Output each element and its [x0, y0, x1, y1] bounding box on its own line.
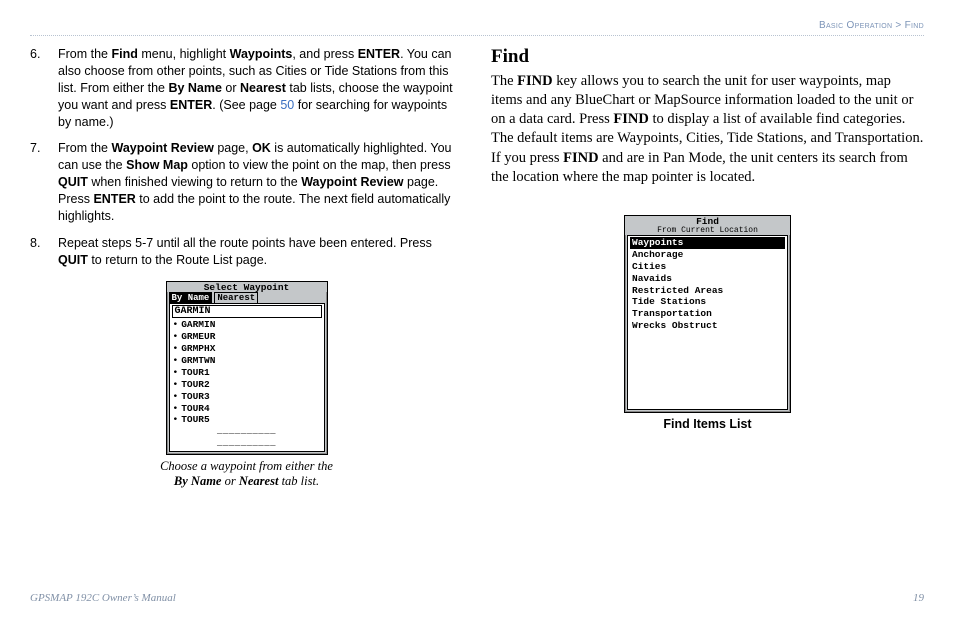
- bullet-icon: [173, 367, 179, 379]
- select-waypoint-screenshot: Select Waypoint By Name Nearest GARMIN G…: [166, 281, 328, 455]
- tab-nearest: Nearest: [214, 292, 258, 303]
- columns: From the Find menu, highlight Waypoints,…: [30, 46, 924, 489]
- device2-list: Waypoints Anchorage Cities Navaids Restr…: [630, 237, 785, 332]
- footer: GPSMAP 192C Owner’s Manual 19: [30, 592, 924, 604]
- device1-tabs: By Name Nearest: [167, 292, 327, 303]
- bullet-icon: [173, 343, 179, 355]
- list-item: TOUR1: [172, 367, 322, 379]
- empty-slot: __________: [172, 426, 322, 437]
- empty-slot: __________: [172, 438, 322, 449]
- device1-caption: Choose a waypoint from either the By Nam…: [30, 459, 463, 489]
- list-item: TOUR3: [172, 391, 322, 403]
- breadcrumb: Basic Operation > Find: [30, 20, 924, 36]
- bullet-icon: [173, 403, 179, 415]
- breadcrumb-section: Basic Operation: [819, 20, 892, 31]
- find-paragraph: The FIND key allows you to search the un…: [491, 72, 924, 187]
- breadcrumb-page: Find: [905, 20, 924, 31]
- device2-subtitle: From Current Location: [625, 227, 790, 235]
- list-item: Wrecks Obstruct: [630, 320, 785, 332]
- right-column: Find The FIND key allows you to search t…: [491, 46, 924, 489]
- tab-by-name: By Name: [169, 292, 213, 303]
- page-link-50[interactable]: 50: [280, 98, 294, 112]
- list-item: TOUR2: [172, 379, 322, 391]
- list-item: TOUR4: [172, 403, 322, 415]
- breadcrumb-sep: >: [895, 20, 901, 31]
- list-item: Cities: [630, 261, 785, 273]
- device2-panel: Waypoints Anchorage Cities Navaids Restr…: [627, 235, 788, 410]
- device1-panel: GARMIN GARMIN GRMEUR GRMPHX GRMTWN TOUR1…: [169, 303, 325, 451]
- bullet-icon: [173, 355, 179, 367]
- left-column: From the Find menu, highlight Waypoints,…: [30, 46, 463, 489]
- list-item: TOUR5: [172, 414, 322, 426]
- steps-list: From the Find menu, highlight Waypoints,…: [30, 46, 463, 269]
- device2-title: Find From Current Location: [625, 216, 790, 235]
- device1-title: Select Waypoint: [167, 282, 327, 293]
- list-item: Anchorage: [630, 249, 785, 261]
- step-8: Repeat steps 5-7 until all the route poi…: [30, 235, 463, 269]
- footer-manual-title: GPSMAP 192C Owner’s Manual: [30, 592, 176, 604]
- list-item: GRMPHX: [172, 343, 322, 355]
- footer-page-number: 19: [913, 592, 924, 604]
- bullet-icon: [173, 331, 179, 343]
- list-item: Restricted Areas: [630, 285, 785, 297]
- find-items-screenshot: Find From Current Location Waypoints Anc…: [624, 215, 791, 413]
- bullet-icon: [173, 379, 179, 391]
- list-item: Transportation: [630, 308, 785, 320]
- list-item: GRMEUR: [172, 331, 322, 343]
- bullet-icon: [173, 391, 179, 403]
- step-7: From the Waypoint Review page, OK is aut…: [30, 140, 463, 224]
- list-item: GARMIN: [172, 319, 322, 331]
- list-item: Tide Stations: [630, 296, 785, 308]
- list-item-selected: Waypoints: [630, 237, 785, 249]
- bullet-icon: [173, 414, 179, 426]
- step-6: From the Find menu, highlight Waypoints,…: [30, 46, 463, 130]
- page: Basic Operation > Find From the Find men…: [0, 0, 954, 618]
- device1-list: GARMIN GRMEUR GRMPHX GRMTWN TOUR1 TOUR2 …: [172, 319, 322, 448]
- device2-caption: Find Items List: [491, 417, 924, 431]
- device1-filter: GARMIN: [172, 305, 322, 318]
- list-item: GRMTWN: [172, 355, 322, 367]
- list-item: Navaids: [630, 273, 785, 285]
- find-heading: Find: [491, 46, 924, 68]
- bullet-icon: [173, 319, 179, 331]
